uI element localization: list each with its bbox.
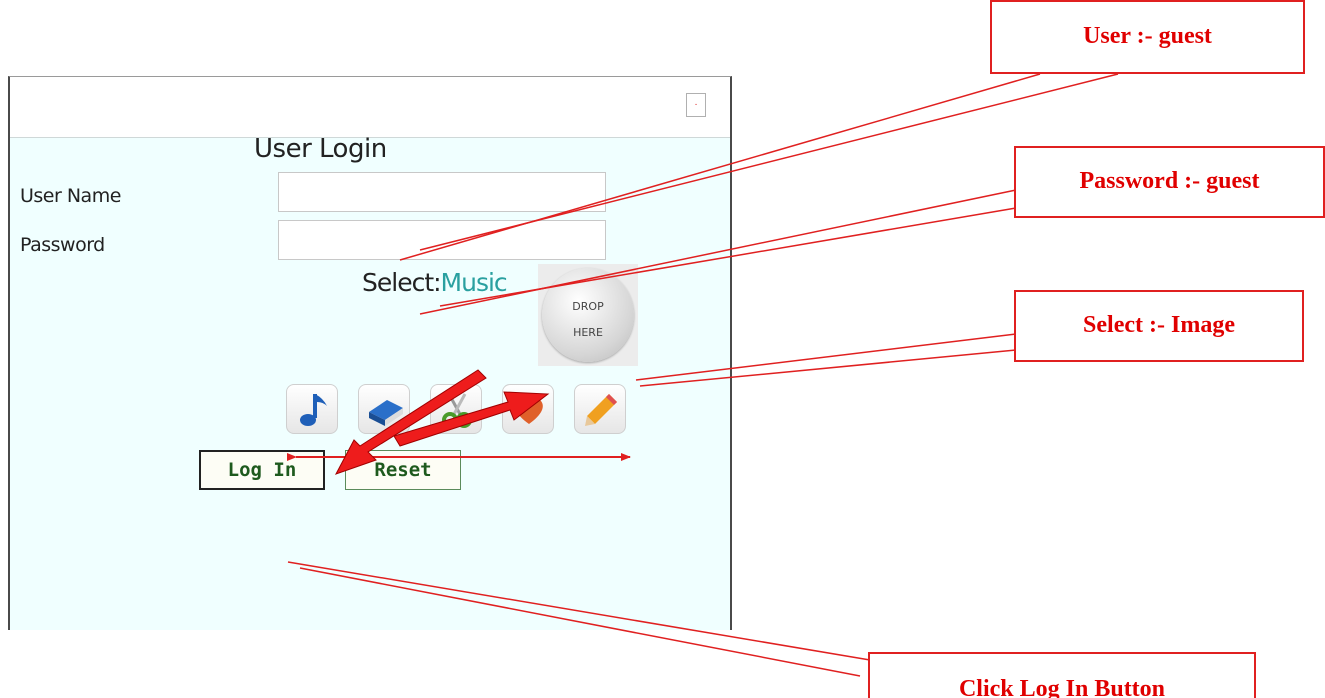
drop-text: HERE: [573, 326, 603, 339]
select-callout: Select :- Image: [1014, 290, 1304, 362]
captcha-prompt: Select:Music: [362, 268, 508, 297]
close-button[interactable]: ·: [686, 93, 706, 117]
username-label: User Name: [20, 185, 121, 207]
pencil-icon[interactable]: [574, 384, 626, 434]
music-note-icon[interactable]: [286, 384, 338, 434]
select-target: Music: [440, 268, 508, 297]
window-header: ·: [10, 77, 730, 138]
user-callout: User :- guest: [990, 0, 1305, 74]
password-callout: Password :- guest: [1014, 146, 1325, 218]
password-input[interactable]: [278, 220, 606, 260]
drop-zone[interactable]: DROP HERE: [538, 264, 638, 366]
password-label: Password: [20, 234, 105, 256]
drop-text: DROP: [572, 300, 604, 313]
login-callout: Click Log In Button: [868, 652, 1256, 698]
username-input[interactable]: [278, 172, 606, 212]
reset-button[interactable]: Reset: [345, 450, 461, 490]
select-prefix: Select:: [362, 268, 442, 297]
drop-disc[interactable]: DROP HERE: [542, 268, 634, 362]
login-button[interactable]: Log In: [199, 450, 325, 490]
login-title: User Login: [254, 134, 387, 164]
heart-icon[interactable]: [502, 384, 554, 434]
scissors-icon[interactable]: [430, 384, 482, 434]
book-icon[interactable]: [358, 384, 410, 434]
